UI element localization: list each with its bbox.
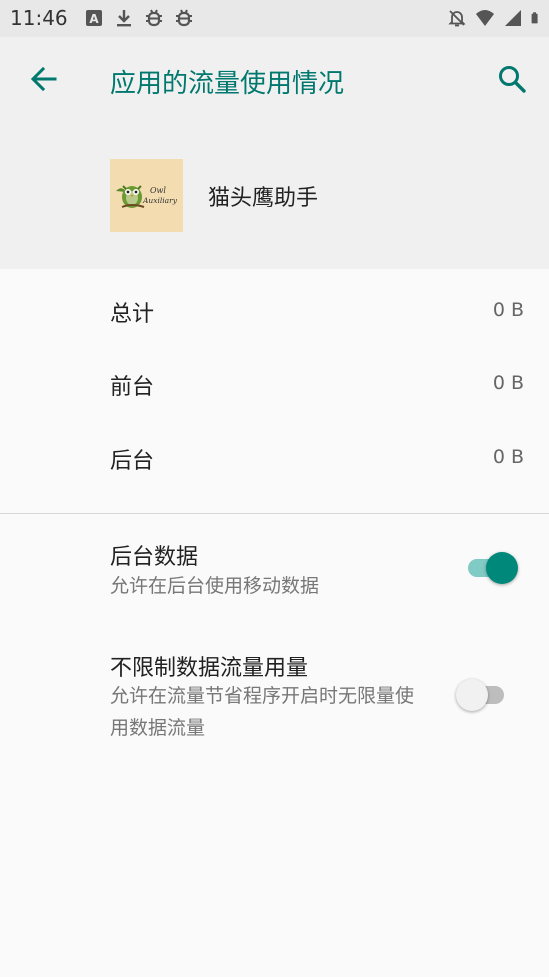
notifications-off-icon (448, 10, 466, 27)
unrestricted-data-title: 不限制数据流量用量 (110, 656, 309, 681)
usage-value: 0 B (492, 299, 524, 321)
background-data-setting[interactable]: 后台数据 允许在后台使用移动数据 (0, 530, 549, 610)
app-icon: Owl Auxiliary (110, 159, 183, 232)
app-header: 应用的流量使用情况 Owl Auxiliary 猫头鹰助手 (0, 37, 549, 269)
wifi-icon (476, 10, 494, 26)
text-a-icon: A (86, 10, 102, 26)
usage-label: 前台 (110, 375, 155, 400)
arrow-back-icon (30, 66, 57, 92)
section-divider (0, 513, 549, 514)
status-time: 11:46 (10, 6, 68, 30)
usage-label: 后台 (110, 449, 155, 474)
battery-icon (531, 12, 538, 24)
background-data-switch[interactable] (464, 548, 520, 588)
download-icon (117, 10, 131, 27)
usage-value: 0 B (492, 446, 524, 468)
usage-row-background: 后台 0 B (0, 429, 549, 489)
owl-logo-icon: Owl Auxiliary (110, 159, 183, 232)
usage-value: 0 B (492, 372, 524, 394)
bug-icon (176, 9, 192, 27)
status-right-icons (447, 8, 543, 28)
search-icon (499, 66, 526, 93)
background-data-summary: 允许在后台使用移动数据 (110, 575, 320, 597)
bug-icon (146, 9, 162, 27)
svg-text:A: A (89, 12, 99, 26)
unrestricted-data-summary: 允许在流量节省程序开启时无限量使用数据流量 (110, 685, 415, 739)
status-left-icons: A (84, 8, 194, 28)
search-button[interactable] (494, 61, 530, 97)
usage-row-foreground: 前台 0 B (0, 355, 549, 415)
unrestricted-data-setting[interactable]: 不限制数据流量用量 允许在流量节省程序开启时无限量使用数据流量 (0, 640, 549, 750)
switch-thumb (456, 679, 488, 711)
status-bar: 11:46 A (0, 0, 549, 37)
usage-label: 总计 (110, 302, 155, 327)
app-name: 猫头鹰助手 (208, 186, 319, 211)
svg-text:Owl: Owl (150, 186, 166, 195)
svg-text:Auxiliary: Auxiliary (142, 196, 178, 205)
background-data-title: 后台数据 (110, 545, 199, 570)
unrestricted-data-switch[interactable] (456, 675, 512, 715)
switch-thumb (486, 552, 518, 584)
page-title: 应用的流量使用情况 (110, 69, 345, 99)
signal-icon (505, 10, 521, 26)
usage-row-total: 总计 0 B (0, 282, 549, 342)
back-button[interactable] (26, 61, 62, 97)
